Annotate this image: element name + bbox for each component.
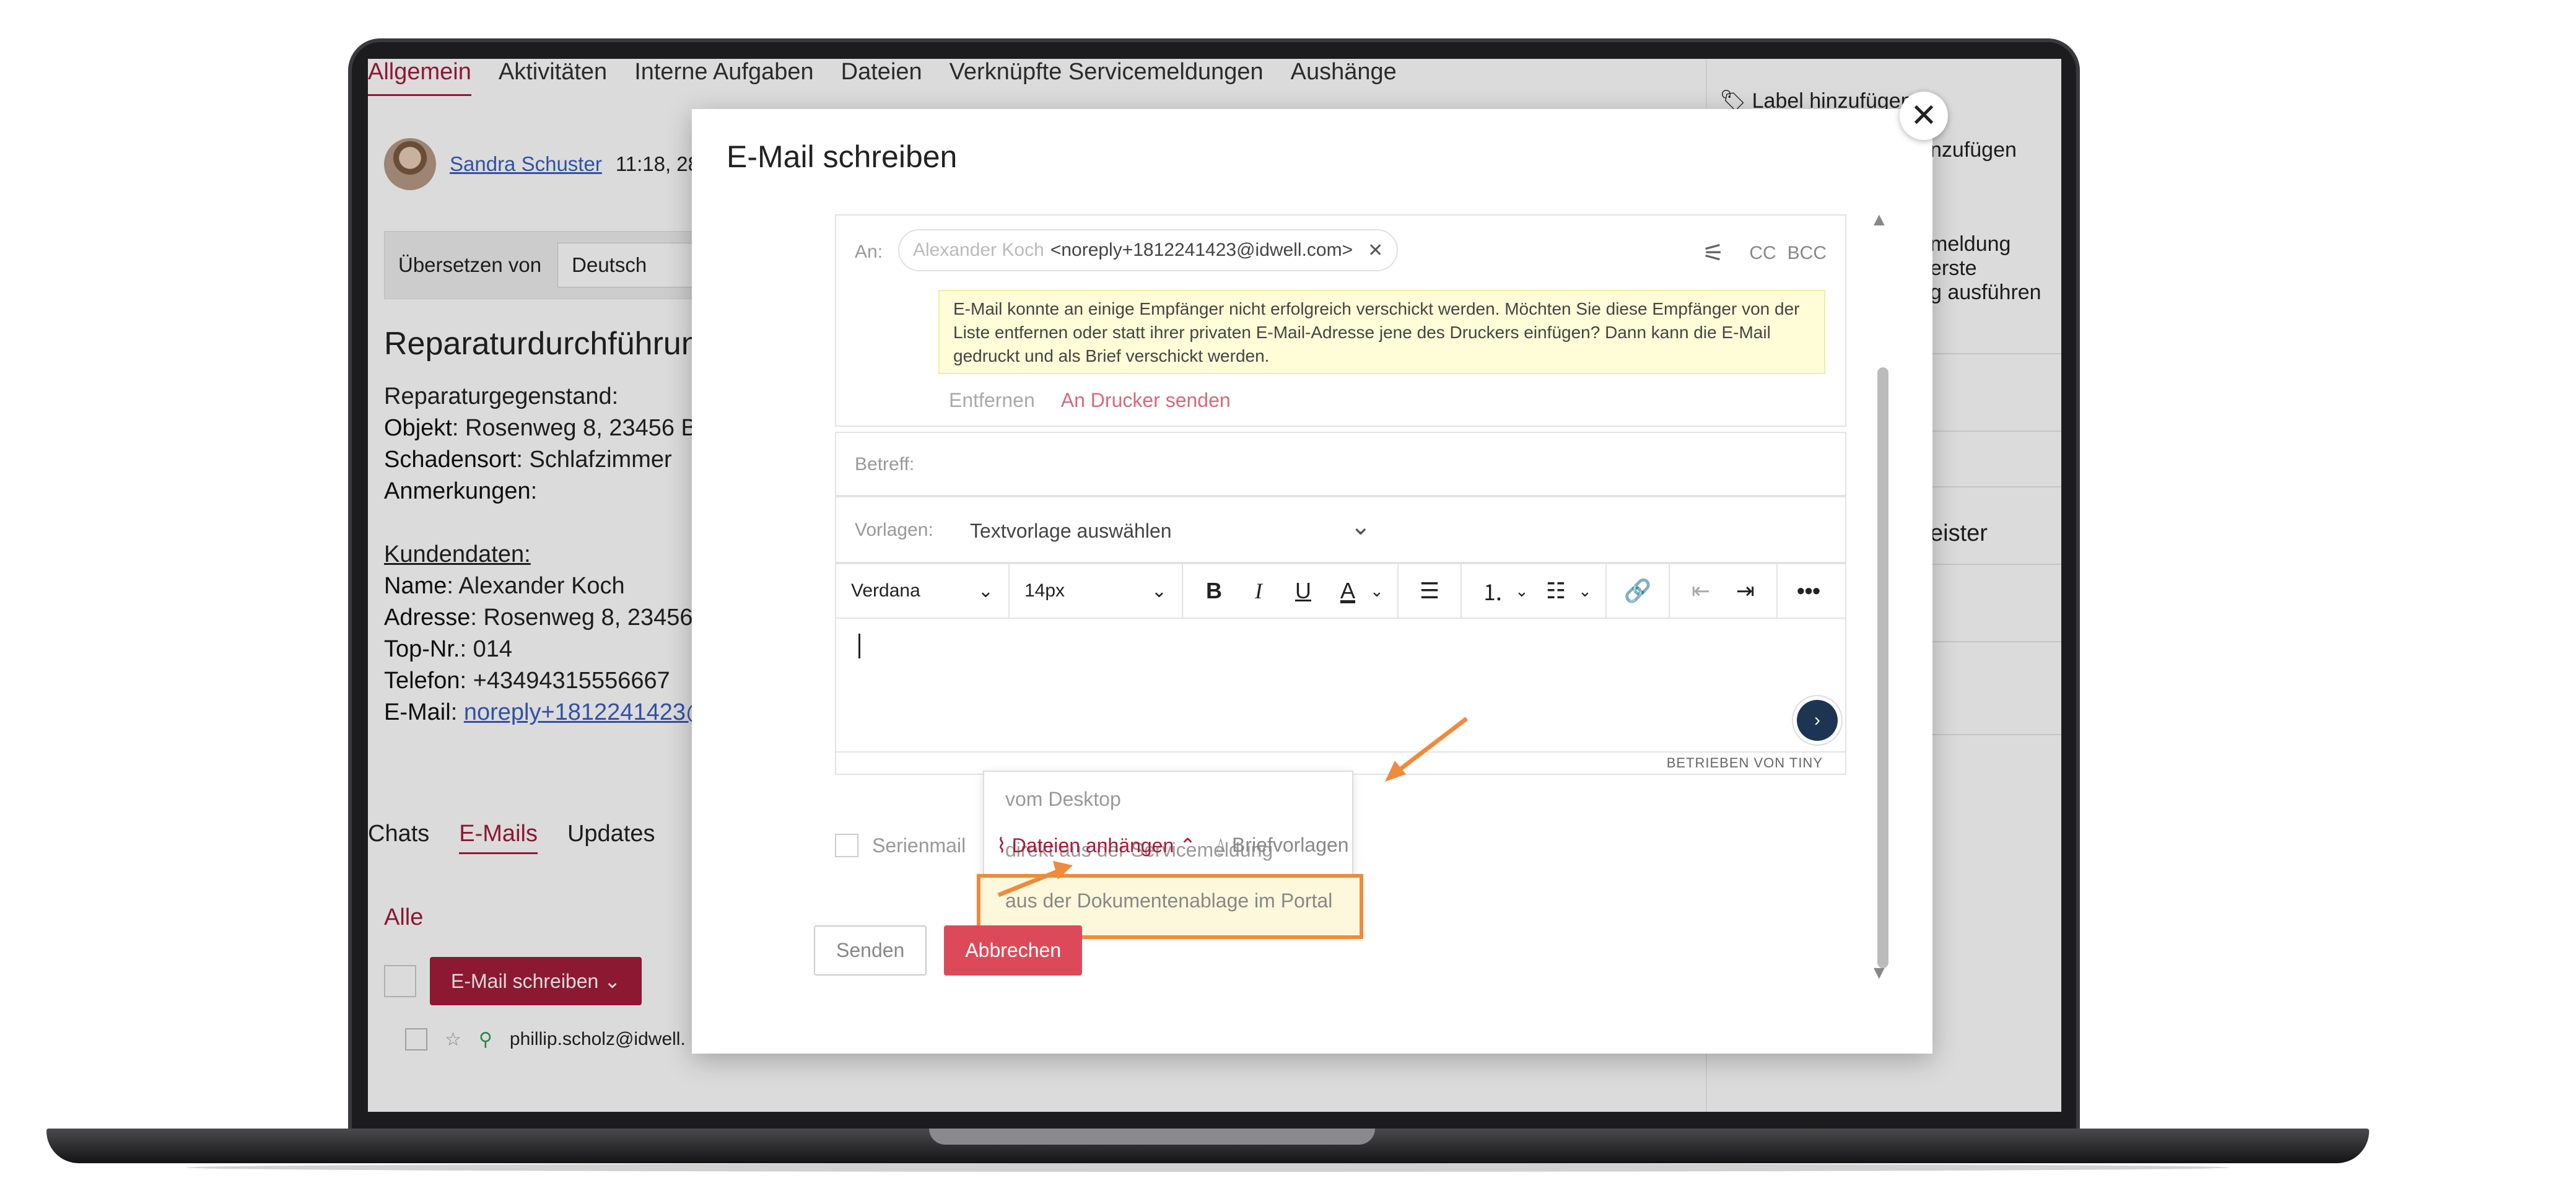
annotation-arrows: [997, 717, 1469, 898]
arrow-to-portal-option: [1392, 717, 1469, 776]
arrow-to-attach-button: [997, 868, 1062, 898]
arrow-head: [1053, 861, 1073, 880]
arrow-head: [1385, 761, 1406, 782]
